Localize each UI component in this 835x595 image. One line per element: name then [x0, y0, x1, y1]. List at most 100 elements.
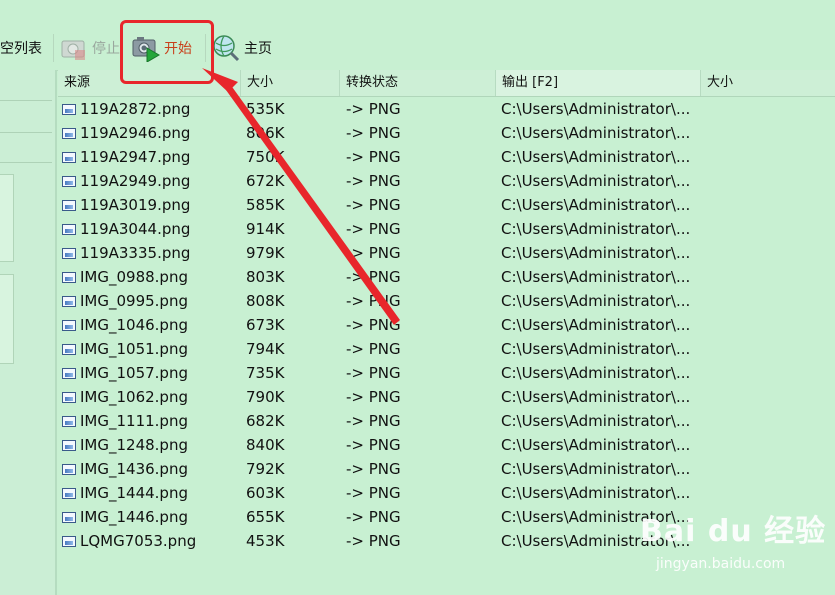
image-file-icon [62, 103, 76, 115]
convert-status: -> PNG [346, 292, 401, 310]
file-name-cell: IMG_1057.png [62, 361, 242, 385]
file-size: 806K [246, 124, 285, 142]
file-size: 808K [246, 292, 285, 310]
convert-status: -> PNG [346, 124, 401, 142]
image-file-icon [62, 439, 76, 451]
file-name-cell: 119A3335.png [62, 241, 242, 265]
file-name: IMG_0995.png [80, 292, 188, 310]
file-size: 750K [246, 148, 285, 166]
table-row[interactable]: IMG_1111.png 682K -> PNG C:\Users\Administr… [58, 409, 835, 433]
table-row[interactable]: IMG_1051.png 794K -> PNG C:\Users\Administr… [58, 337, 835, 361]
image-file-icon [62, 343, 76, 355]
file-size: 840K [246, 436, 285, 454]
stop-camera-icon [60, 34, 88, 62]
table-row[interactable]: IMG_1046.png 673K -> PNG C:\Users\Administr… [58, 313, 835, 337]
file-name-cell: IMG_1446.png [62, 505, 242, 529]
convert-status: -> PNG [346, 388, 401, 406]
file-size: 453K [246, 532, 285, 550]
stop-button[interactable]: 停止 [60, 30, 120, 66]
output-path: C:\Users\Administrator\... [501, 196, 691, 214]
file-size: 794K [246, 340, 285, 358]
output-path: C:\Users\Administrator\... [501, 268, 691, 286]
file-name: 119A2947.png [80, 148, 191, 166]
table-row[interactable]: 119A2947.png 750K -> PNG C:\Users\Administr… [58, 145, 835, 169]
file-name-cell: IMG_0995.png [62, 289, 242, 313]
column-header-status[interactable]: 转换状态 [340, 70, 496, 96]
image-file-icon [62, 511, 76, 523]
column-header-output-size[interactable]: 大小 [701, 70, 835, 96]
convert-status: -> PNG [346, 340, 401, 358]
file-size: 655K [246, 508, 285, 526]
table-row[interactable]: 119A2872.png 535K -> PNG C:\Users\Administr… [58, 97, 835, 121]
file-size: 979K [246, 244, 285, 262]
table-row[interactable]: IMG_1436.png 792K -> PNG C:\Users\Administr… [58, 457, 835, 481]
home-globe-icon [212, 34, 240, 62]
image-file-icon [62, 295, 76, 307]
clear-list-label: 空列表 [0, 41, 42, 57]
column-header-output[interactable]: 输出 [F2] [496, 70, 701, 96]
sidebar-row[interactable] [0, 70, 52, 101]
output-path: C:\Users\Administrator\... [501, 364, 691, 382]
convert-status: -> PNG [346, 484, 401, 502]
home-button[interactable]: 主页 [212, 30, 272, 66]
file-name: 119A2872.png [80, 100, 191, 118]
sidebar-panel[interactable] [0, 274, 14, 364]
sidebar-row[interactable] [0, 100, 52, 133]
file-name: IMG_1062.png [80, 388, 188, 406]
output-path: C:\Users\Administrator\... [501, 436, 691, 454]
convert-status: -> PNG [346, 436, 401, 454]
file-size: 585K [246, 196, 285, 214]
table-row[interactable]: IMG_0988.png 803K -> PNG C:\Users\Administr… [58, 265, 835, 289]
convert-status: -> PNG [346, 220, 401, 238]
output-path: C:\Users\Administrator\... [501, 340, 691, 358]
file-name: IMG_1436.png [80, 460, 188, 478]
output-path: C:\Users\Administrator\... [501, 220, 691, 238]
table-row[interactable]: 119A2946.png 806K -> PNG C:\Users\Administr… [58, 121, 835, 145]
table-row[interactable]: IMG_0995.png 808K -> PNG C:\Users\Administr… [58, 289, 835, 313]
image-file-icon [62, 463, 76, 475]
file-name-cell: 119A3019.png [62, 193, 242, 217]
image-file-icon [62, 175, 76, 187]
image-file-icon [62, 223, 76, 235]
table-row[interactable]: IMG_1248.png 840K -> PNG C:\Users\Administr… [58, 433, 835, 457]
output-path: C:\Users\Administrator\... [501, 412, 691, 430]
file-size: 735K [246, 364, 285, 382]
output-path: C:\Users\Administrator\... [501, 316, 691, 334]
table-row[interactable]: 119A3044.png 914K -> PNG C:\Users\Administr… [58, 217, 835, 241]
table-row[interactable]: 119A3335.png 979K -> PNG C:\Users\Administr… [58, 241, 835, 265]
file-size: 792K [246, 460, 285, 478]
sidebar-row[interactable] [0, 132, 52, 163]
file-name: 119A3335.png [80, 244, 191, 262]
output-path: C:\Users\Administrator\... [501, 292, 691, 310]
file-name-cell: IMG_1062.png [62, 385, 242, 409]
convert-status: -> PNG [346, 316, 401, 334]
file-name-cell: IMG_1111.png [62, 409, 242, 433]
table-row[interactable]: IMG_1057.png 735K -> PNG C:\Users\Administr… [58, 361, 835, 385]
file-name: IMG_1057.png [80, 364, 188, 382]
output-path: C:\Users\Administrator\... [501, 124, 691, 142]
toolbar-separator [53, 34, 54, 62]
table-row[interactable]: IMG_1062.png 790K -> PNG C:\Users\Administr… [58, 385, 835, 409]
file-name-cell: IMG_1046.png [62, 313, 242, 337]
file-name-cell: IMG_1248.png [62, 433, 242, 457]
file-size: 682K [246, 412, 285, 430]
image-file-icon [62, 127, 76, 139]
convert-status: -> PNG [346, 148, 401, 166]
convert-status: -> PNG [346, 508, 401, 526]
table-row[interactable]: 119A3019.png 585K -> PNG C:\Users\Administr… [58, 193, 835, 217]
file-name: IMG_1111.png [80, 412, 188, 430]
file-size: 535K [246, 100, 285, 118]
output-path: C:\Users\Administrator\... [501, 388, 691, 406]
list-rows: 119A2872.png 535K -> PNG C:\Users\Administr… [58, 97, 835, 553]
file-size: 914K [246, 220, 285, 238]
clear-list-button[interactable]: 空列表 [0, 30, 42, 66]
output-path: C:\Users\Administrator\... [501, 460, 691, 478]
image-file-icon [62, 415, 76, 427]
table-row[interactable]: 119A2949.png 672K -> PNG C:\Users\Administr… [58, 169, 835, 193]
image-file-icon [62, 367, 76, 379]
file-name: IMG_1051.png [80, 340, 188, 358]
sidebar-panel[interactable] [0, 174, 14, 262]
file-name-cell: 119A2946.png [62, 121, 242, 145]
column-header-size[interactable]: 大小 [241, 70, 340, 96]
image-file-icon [62, 391, 76, 403]
